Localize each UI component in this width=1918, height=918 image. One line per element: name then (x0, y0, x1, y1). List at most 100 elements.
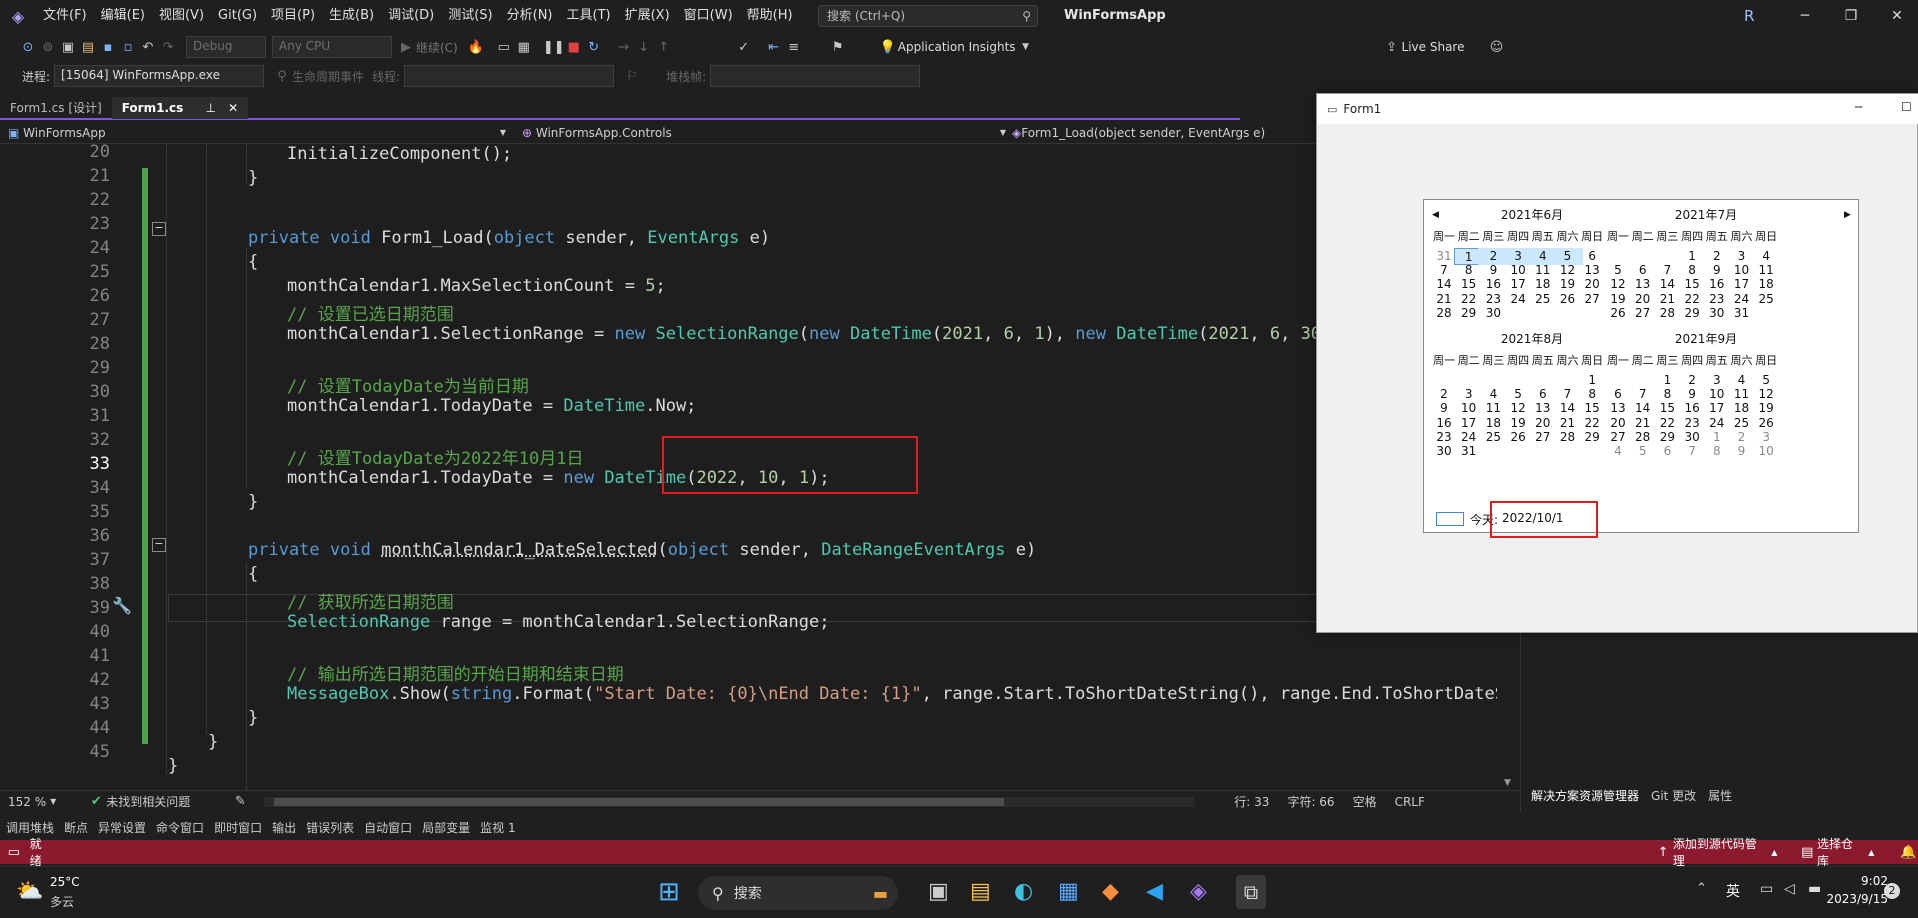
scrollbar-thumb[interactable] (274, 797, 1005, 806)
code-editor[interactable]: 20 21 22 23 24 25 26 27 28 29 30 31 32 33 34 35 36 37 38 39… (0, 142, 1500, 864)
jetbrains-icon[interactable]: ◆ (1102, 879, 1119, 904)
search-input[interactable]: 搜索 (Ctrl+Q) ⚲ (818, 5, 1038, 27)
calendar-day[interactable]: 31 (1454, 443, 1484, 460)
fold-toggle-icon[interactable]: − (152, 538, 166, 552)
project-select[interactable]: ▣ WinFormsApp ▼ (0, 122, 512, 144)
feedback-icon[interactable]: ☺ (1486, 37, 1506, 57)
tool-tab[interactable]: 断点 (64, 819, 88, 836)
line-indicator[interactable]: 行: 33 (1234, 793, 1269, 810)
restart-icon[interactable]: ↻ (584, 37, 604, 57)
month-title[interactable]: 2021年9月 (1606, 330, 1806, 348)
thread-select[interactable] (404, 65, 615, 87)
month-title[interactable]: 2021年6月 (1432, 206, 1632, 224)
tool-tab[interactable]: 即时窗口 (214, 819, 262, 836)
menu-item[interactable]: 工具(T) (560, 0, 618, 32)
visual-studio-taskbar-icon[interactable]: ◈ (1190, 879, 1207, 904)
minimize-button[interactable]: ─ (1782, 0, 1828, 32)
stop-icon[interactable]: ■ (564, 37, 584, 57)
new-item-icon[interactable]: ▣ (58, 37, 78, 57)
char-indicator[interactable]: 字符: 66 (1287, 793, 1334, 810)
form1-titlebar[interactable]: ▭ Form1 ─ ☐ (1317, 94, 1918, 124)
issues-status[interactable]: 未找到相关问题 (106, 793, 190, 810)
month-title[interactable]: 2021年8月 (1432, 330, 1632, 348)
flag-thread-icon[interactable]: ⚐ (622, 66, 642, 86)
layout-icon[interactable]: ▦ (514, 37, 534, 57)
tool-tab[interactable]: 错误列表 (306, 819, 354, 836)
tool-tab[interactable]: 命令窗口 (156, 819, 204, 836)
forward-icon[interactable]: ⊚ (38, 37, 58, 57)
stackframe-select[interactable] (710, 65, 921, 87)
configuration-select[interactable]: Debug (186, 36, 266, 58)
redo-icon[interactable]: ↷ (158, 37, 178, 57)
application-insights-button[interactable]: Application Insights (898, 40, 1016, 54)
tab-properties[interactable]: 属性 (1708, 787, 1732, 804)
eol-indicator[interactable]: CRLF (1395, 795, 1425, 809)
bookmark-icon[interactable]: ⚑ (828, 37, 848, 57)
menu-item[interactable]: 分析(N) (500, 0, 560, 32)
task-view-icon[interactable]: ▣ (928, 879, 949, 904)
tab-form1-code[interactable]: Form1.cs ⊥ ✕ (111, 97, 249, 119)
tool-tab[interactable]: 自动窗口 (364, 819, 412, 836)
namespace-select[interactable]: ⊕ WinFormsApp.Controls ▼ (514, 122, 1012, 144)
tool-tab[interactable]: 局部变量 (422, 819, 470, 836)
step-over-icon[interactable]: → (614, 37, 634, 57)
ime-indicator[interactable]: 英 (1726, 881, 1740, 901)
spell-check-icon[interactable]: ✓ (734, 37, 754, 57)
tool-tab[interactable]: 监视 1 (480, 819, 515, 836)
add-to-source-control-button[interactable]: 添加到源代码管理 (1673, 835, 1767, 869)
chevron-up-icon[interactable]: ▲ (1771, 848, 1777, 857)
taskbar-search-input[interactable]: ⚲ 搜索 ▬ (698, 876, 898, 910)
process-select[interactable]: [15064] WinFormsApp.exe (54, 65, 265, 87)
pause-icon[interactable]: ❚❚ (543, 37, 565, 57)
month-title[interactable]: 2021年7月 (1606, 206, 1806, 224)
hot-reload-icon[interactable]: 🔥 (466, 37, 486, 57)
edge-browser-icon[interactable]: ◐ (1014, 879, 1033, 904)
tool-tab[interactable]: 调用堆栈 (6, 819, 54, 836)
tool-tab[interactable]: 异常设置 (98, 819, 146, 836)
winforms-app-taskbar-icon[interactable]: ⧉ (1236, 875, 1266, 909)
close-tab-icon[interactable]: ✕ (228, 101, 238, 115)
calendar-day[interactable]: 10 (1751, 443, 1781, 460)
menu-item[interactable]: 测试(S) (441, 0, 499, 32)
zoom-select[interactable]: 152 % (8, 795, 46, 809)
breakpoint-window-icon[interactable]: ▭ (494, 37, 514, 57)
next-month-icon[interactable]: ▶ (1844, 210, 1851, 220)
weather-temperature[interactable]: 25°C (50, 875, 80, 889)
platform-select[interactable]: Any CPU (272, 36, 392, 58)
whitespace-indicator[interactable]: 空格 (1353, 793, 1377, 810)
live-share-button[interactable]: Live Share (1402, 40, 1465, 54)
horizontal-scrollbar[interactable] (264, 796, 1195, 807)
lightbulb-icon[interactable]: 💡 (878, 37, 898, 57)
notification-count-badge[interactable]: 2 (1884, 883, 1900, 899)
calendar-day[interactable]: 31 (1727, 305, 1757, 322)
file-explorer-icon[interactable]: ▤ (970, 879, 991, 904)
pin-icon[interactable]: ⊥ (205, 101, 215, 115)
fold-toggle-icon[interactable]: − (152, 222, 166, 236)
tray-chevron-up-icon[interactable]: ⌃ (1696, 881, 1707, 896)
chevron-down-icon[interactable]: ▼ (1016, 37, 1036, 57)
filter-icon[interactable]: ⚲ (272, 66, 292, 86)
menu-item[interactable]: Git(G) (211, 0, 264, 32)
menu-item[interactable]: 编辑(E) (94, 0, 152, 32)
menu-item[interactable]: 文件(F) (36, 0, 94, 32)
scroll-down-icon[interactable]: ▼ (1504, 778, 1511, 788)
menu-item[interactable]: 视图(V) (152, 0, 211, 32)
member-select[interactable]: ◈Form1_Load(object sender, EventArgs e) (1004, 122, 1328, 144)
comment-icon[interactable]: ≡ (784, 37, 804, 57)
network-icon[interactable]: ▭ (1760, 881, 1773, 897)
select-repository-button[interactable]: 选择仓库 (1817, 835, 1864, 869)
save-icon[interactable]: ▪ (98, 37, 118, 57)
menu-item[interactable]: 生成(B) (322, 0, 381, 32)
form-minimize-button[interactable]: ─ (1855, 100, 1862, 114)
clock-time[interactable]: 9:02 (1848, 874, 1888, 888)
chevron-up-icon[interactable]: ▲ (1868, 848, 1874, 857)
back-icon[interactable]: ⊙ (18, 37, 38, 57)
format-icon[interactable]: ⇤ (764, 37, 784, 57)
notification-bell-icon[interactable]: 🔔 (1898, 842, 1918, 862)
windows-start-icon[interactable]: ⊞ (658, 877, 680, 907)
tab-form1-designer[interactable]: Form1.cs [设计] (0, 97, 112, 119)
menu-item[interactable]: 扩展(X) (618, 0, 677, 32)
live-share-icon[interactable]: ⇪ (1382, 37, 1402, 57)
step-into-icon[interactable]: ↓ (634, 37, 654, 57)
tool-tab[interactable]: 输出 (272, 819, 296, 836)
